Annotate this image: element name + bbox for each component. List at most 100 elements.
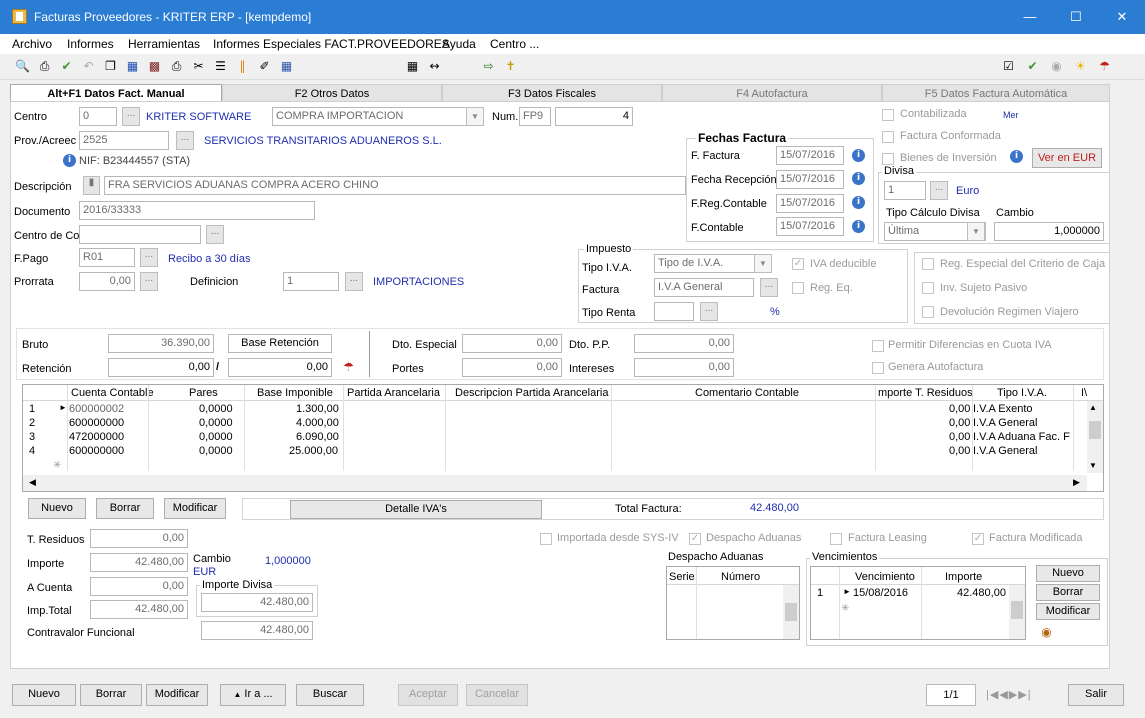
col-comentario[interactable]: Comentario Contable <box>695 387 799 399</box>
paste-icon[interactable]: ☰ <box>212 58 229 75</box>
checkbox-icon[interactable]: ☑ <box>1000 58 1017 75</box>
scroll-down-icon[interactable]: ▼ <box>1089 461 1097 470</box>
grid-icon[interactable]: ▦ <box>404 58 421 75</box>
scroll-left-icon[interactable]: ◀ <box>29 477 36 488</box>
definicion-field[interactable]: 1 <box>283 272 339 291</box>
tab-datos-manual[interactable]: Alt+F1 Datos Fact. Manual <box>10 84 222 102</box>
divisa-field[interactable]: 1 <box>884 181 926 200</box>
importada-checkbox[interactable] <box>540 533 552 545</box>
tipo-renta-field[interactable] <box>654 302 694 321</box>
grid-hscrollbar[interactable] <box>23 475 1087 491</box>
minimize-button[interactable]: — <box>1007 0 1053 34</box>
columns-icon[interactable]: ↔ <box>426 58 443 75</box>
retencion-value-field[interactable]: 0,00 <box>228 358 332 377</box>
cancelar-button[interactable]: Cancelar <box>466 684 528 706</box>
col-numero[interactable]: Número <box>721 571 760 583</box>
copy-icon[interactable]: ❐ <box>102 58 119 75</box>
num-field[interactable]: 4 <box>555 107 633 126</box>
info-icon[interactable]: i <box>1010 150 1023 163</box>
table-row[interactable]: 3 472000000 0,0000 6.090,00 0,00 I.V.A A… <box>23 431 1103 445</box>
dto-pp-field[interactable]: 0,00 <box>634 334 734 353</box>
table-row[interactable]: 4 600000000 0,0000 25.000,00 0,00 I.V.A … <box>23 445 1103 459</box>
descripcion-field[interactable]: FRA SERVICIOS ADUANAS COMPRA ACERO CHINO <box>104 176 686 195</box>
undo-icon[interactable]: ↶ <box>80 58 97 75</box>
new-row-icon[interactable]: ✳ <box>841 603 849 614</box>
fpago-field[interactable]: R01 <box>79 248 135 267</box>
grid-vscroll-thumb[interactable] <box>1089 421 1101 439</box>
detalle-iva-button[interactable]: Detalle IVA's <box>290 500 542 519</box>
tab-factura-automatica[interactable]: F5 Datos Factura Automática <box>882 84 1110 102</box>
definicion-lookup-button[interactable]: ... <box>345 272 363 291</box>
calculator-icon[interactable]: ▦ <box>278 58 295 75</box>
tab-datos-fiscales[interactable]: F3 Datos Fiscales <box>442 84 662 102</box>
col-residuos[interactable]: mporte T. Residuos <box>878 387 973 399</box>
imp-total-field[interactable]: 42.480,00 <box>90 600 188 619</box>
grid-borrar-button[interactable]: Borrar <box>96 498 154 519</box>
report-icon[interactable]: ▩ <box>146 58 163 75</box>
buscar-button[interactable]: Buscar <box>296 684 364 706</box>
venc-borrar-button[interactable]: Borrar <box>1036 584 1100 601</box>
ir-a-button[interactable]: ▲ Ir a ... <box>220 684 286 706</box>
calendar-icon[interactable]: ▦ <box>124 58 141 75</box>
new-row-icon[interactable]: ✳ <box>53 460 61 471</box>
menu-archivo[interactable]: Archivo <box>12 37 52 51</box>
print-icon[interactable]: ⎙ <box>36 58 53 75</box>
table-row[interactable]: 1 ► 15/08/2016 42.480,00 <box>811 587 1025 601</box>
col-importe[interactable]: Importe <box>945 571 982 583</box>
export-icon[interactable]: ⇨ <box>480 58 497 75</box>
borrar-button[interactable]: Borrar <box>80 684 142 706</box>
col-serie[interactable]: Serie <box>669 571 695 583</box>
ver-eur-button[interactable]: Ver en EUR <box>1032 148 1102 168</box>
record-navigator[interactable]: |◀◀▶▶| <box>986 684 1032 706</box>
printer-icon[interactable]: ⎙ <box>168 58 185 75</box>
cut-icon[interactable]: ✂ <box>190 58 207 75</box>
col-base[interactable]: Base Imponible <box>257 387 333 399</box>
contabilizada-checkbox[interactable] <box>882 109 894 121</box>
iva-deducible-checkbox[interactable]: ✓ <box>792 258 804 270</box>
clip-icon[interactable]: ‖ <box>234 58 251 75</box>
despacho-checkbox[interactable]: ✓ <box>689 533 701 545</box>
col-partida[interactable]: Partida Arancelaria <box>347 387 440 399</box>
col-tipo-iva[interactable]: Tipo I.V.A. <box>997 387 1047 399</box>
chevron-down-icon[interactable]: ▼ <box>754 254 772 273</box>
portes-field[interactable]: 0,00 <box>462 358 562 377</box>
f-reg-field[interactable]: 15/07/2016 <box>776 194 844 213</box>
divisa-lookup-button[interactable]: ... <box>930 181 948 200</box>
modificada-checkbox[interactable]: ✓ <box>972 533 984 545</box>
prorrata-lookup-button[interactable]: ... <box>140 272 158 291</box>
col-extra[interactable]: I\ <box>1081 387 1087 399</box>
f-contable-field[interactable]: 15/07/2016 <box>776 217 844 236</box>
table-row[interactable]: 1 ► 600000002 0,0000 1.300,00 0,00 I.V.A … <box>23 403 1103 417</box>
preview-icon[interactable]: 🔍 <box>14 58 31 75</box>
bruto-field[interactable]: 36.390,00 <box>108 334 214 353</box>
aceptar-button[interactable]: Aceptar <box>398 684 458 706</box>
tipo-compra-select[interactable]: COMPRA IMPORTACION <box>272 107 484 126</box>
prov-field[interactable]: 2525 <box>79 131 169 150</box>
col-vencimiento[interactable]: Vencimiento <box>855 571 915 583</box>
table-row[interactable]: 2 600000000 0,0000 4.000,00 0,00 I.V.A G… <box>23 417 1103 431</box>
menu-informes-especiales[interactable]: Informes Especiales FACT.PROVEEDORES <box>213 37 450 51</box>
bienes-checkbox[interactable] <box>882 153 894 165</box>
reg-eq-checkbox[interactable] <box>792 282 804 294</box>
info-icon[interactable]: i <box>852 172 865 185</box>
nuevo-button[interactable]: Nuevo <box>12 684 76 706</box>
menu-informes[interactable]: Informes <box>67 37 114 51</box>
leasing-checkbox[interactable] <box>830 533 842 545</box>
devolucion-checkbox[interactable] <box>922 306 934 318</box>
menu-herramientas[interactable]: Herramientas <box>128 37 200 51</box>
close-button[interactable]: ✕ <box>1099 0 1145 34</box>
documento-field[interactable]: 2016/33333 <box>79 201 315 220</box>
cambio-field[interactable]: 1,000000 <box>994 222 1104 241</box>
factura-iva-field[interactable]: I.V.A General <box>654 278 754 297</box>
maximize-button[interactable]: ☐ <box>1053 0 1099 34</box>
centro-coste-field[interactable] <box>79 225 201 244</box>
info-icon[interactable]: i <box>63 154 76 167</box>
dto-especial-field[interactable]: 0,00 <box>462 334 562 353</box>
centro-coste-lookup-button[interactable]: ... <box>206 225 224 244</box>
attach-icon[interactable]: ✐ <box>256 58 273 75</box>
importe-divisa-field[interactable]: 42.480,00 <box>201 593 313 612</box>
tab-otros-datos[interactable]: F2 Otros Datos <box>222 84 442 102</box>
inv-sujeto-checkbox[interactable] <box>922 282 934 294</box>
money-bag-icon[interactable]: ◉ <box>1038 624 1055 641</box>
residuos-field[interactable]: 0,00 <box>90 529 188 548</box>
